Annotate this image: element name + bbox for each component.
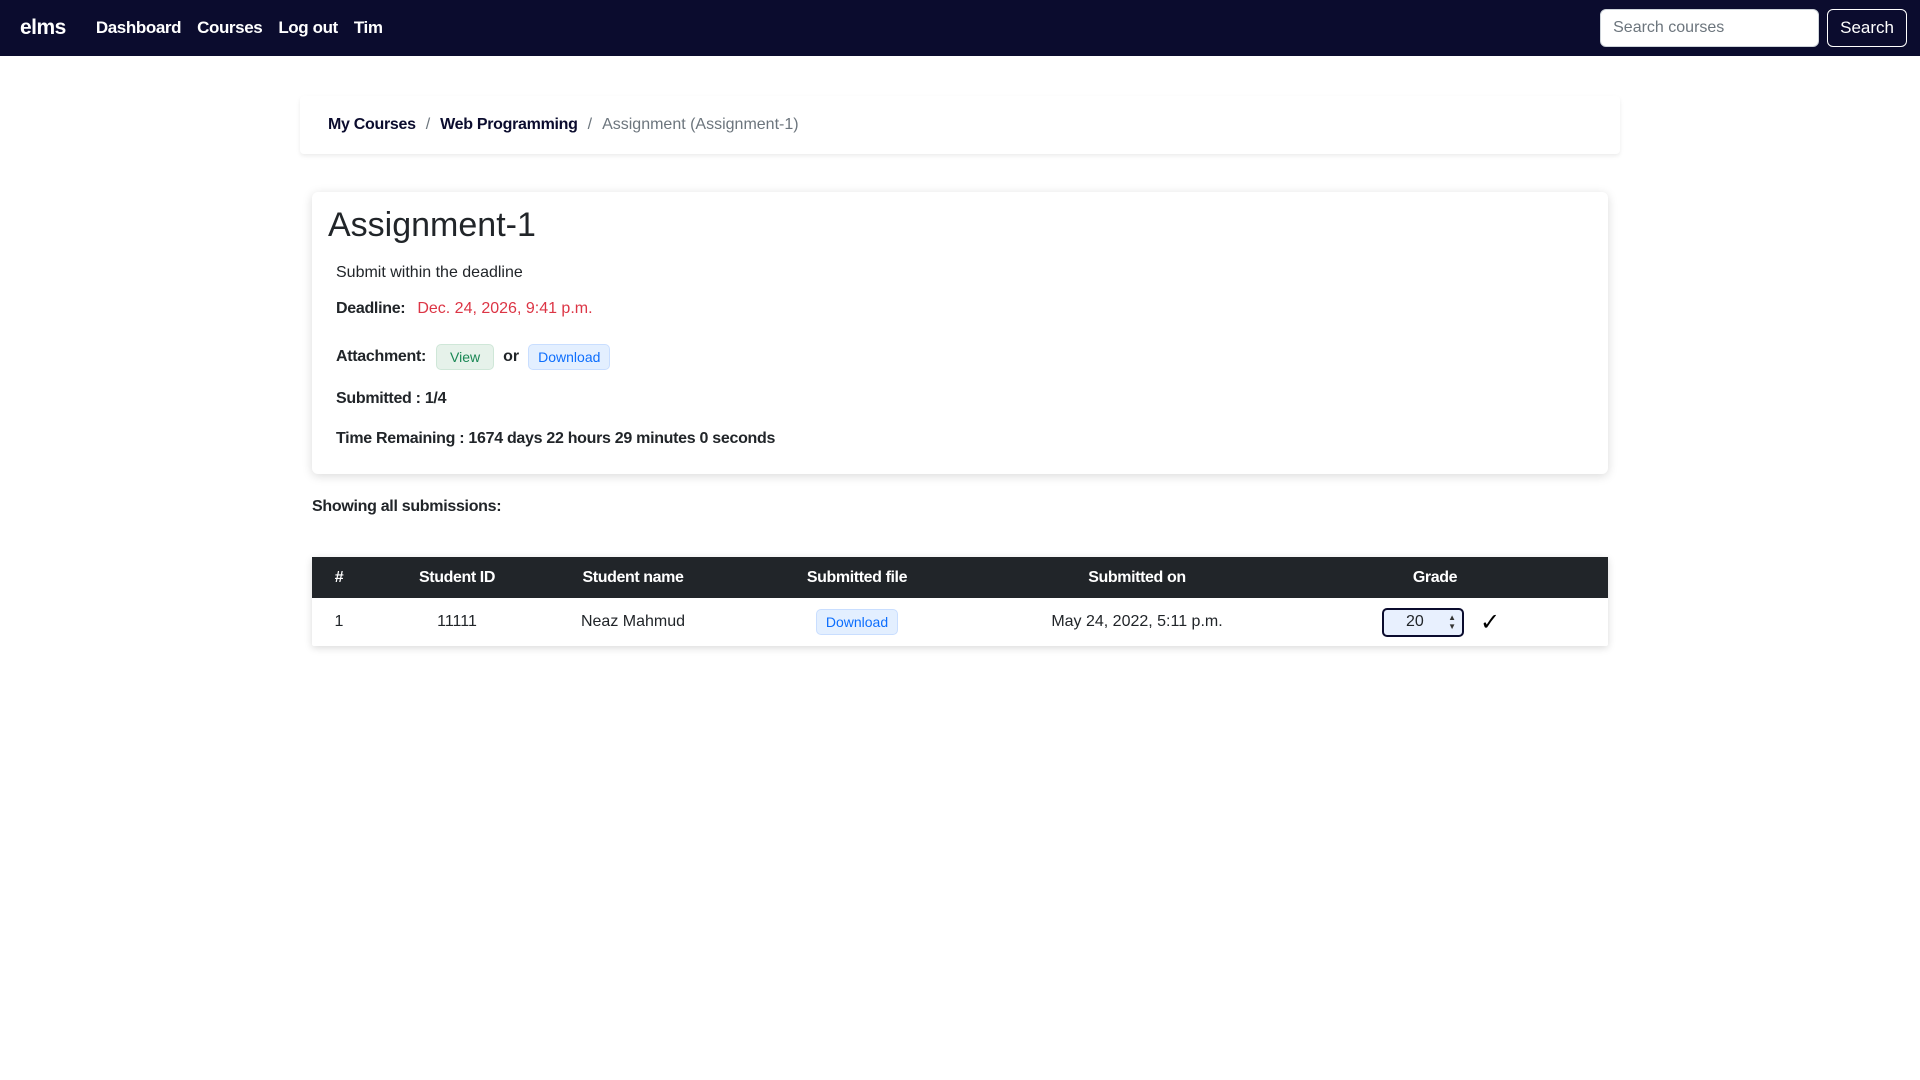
table-header: # Student ID Student name Submitted file… [312, 557, 1608, 598]
column-header-student-name: Student name [582, 568, 684, 586]
time-remaining: Time Remaining : 1674 days 22 hours 29 m… [336, 430, 776, 447]
submissions-heading: Showing all submissions: [312, 498, 502, 515]
search-form: Search [1600, 9, 1907, 47]
spinner-arrows-icon[interactable]: ▲ ▼ [1448, 613, 1456, 631]
deadline-value: Dec. 24, 2026, 9:41 p.m. [417, 300, 593, 317]
attachment-view-button[interactable]: View [436, 344, 495, 370]
attachment-download-button[interactable]: Download [528, 344, 611, 370]
column-header-student-id: Student ID [419, 568, 495, 586]
breadcrumb-separator: / [587, 116, 593, 133]
breadcrumb-web-programming[interactable]: Web Programming [440, 116, 578, 134]
nav-logout[interactable]: Log out [278, 18, 338, 38]
top-navbar: elms Dashboard Courses Log out Tim Searc… [0, 0, 1920, 56]
brand-logo[interactable]: elms [20, 16, 66, 40]
row-submitted-on: May 24, 2022, 5:11 p.m. [1051, 613, 1223, 630]
row-student-name: Neaz Mahmud [580, 613, 686, 630]
row-index: 1 [334, 613, 344, 630]
column-header-submitted-on: Submitted on [1088, 568, 1186, 586]
or-text: or [503, 348, 520, 365]
submissions-table: # Student ID Student name Submitted file… [312, 557, 1608, 646]
assignment-title: Assignment-1 [328, 206, 536, 244]
breadcrumb: My Courses / Web Programming / Assignmen… [300, 96, 1620, 154]
assignment-description: Submit within the deadline [336, 264, 523, 281]
nav-courses[interactable]: Courses [197, 18, 263, 38]
breadcrumb-separator: / [425, 116, 431, 133]
row-download-button[interactable]: Download [815, 609, 899, 635]
search-input[interactable] [1600, 9, 1820, 47]
breadcrumb-my-courses[interactable]: My Courses [328, 116, 416, 134]
column-header-submitted-file: Submitted file [806, 568, 908, 586]
nav-dashboard[interactable]: Dashboard [96, 18, 182, 38]
deadline-label: Deadline: [336, 300, 406, 317]
submitted-count: Submitted : 1/4 [336, 390, 447, 407]
row-grade-cell: 20 ▲ ▼ ✓ [1382, 598, 1542, 646]
deadline-row: Deadline: Dec. 24, 2026, 9:41 p.m. [336, 300, 593, 318]
column-header-index: # [334, 568, 344, 586]
grade-value: 20 [1406, 613, 1424, 630]
save-grade-check-icon[interactable]: ✓ [1480, 608, 1500, 637]
nav-user[interactable]: Tim [354, 18, 383, 38]
table-row: 1 11111 Neaz Mahmud Download May 24, 202… [312, 598, 1608, 646]
row-file-cell: Download [782, 598, 932, 646]
breadcrumb-current: Assignment (Assignment-1) [602, 116, 799, 133]
attachment-row: Attachment: View or Download [336, 344, 611, 370]
grade-input[interactable]: 20 ▲ ▼ [1382, 607, 1464, 637]
search-button[interactable]: Search [1827, 9, 1907, 47]
column-header-grade: Grade [1412, 568, 1458, 586]
attachment-label: Attachment: [336, 348, 427, 365]
assignment-card: Assignment-1 Submit within the deadline … [312, 192, 1608, 474]
row-student-id: 11111 [437, 613, 477, 630]
